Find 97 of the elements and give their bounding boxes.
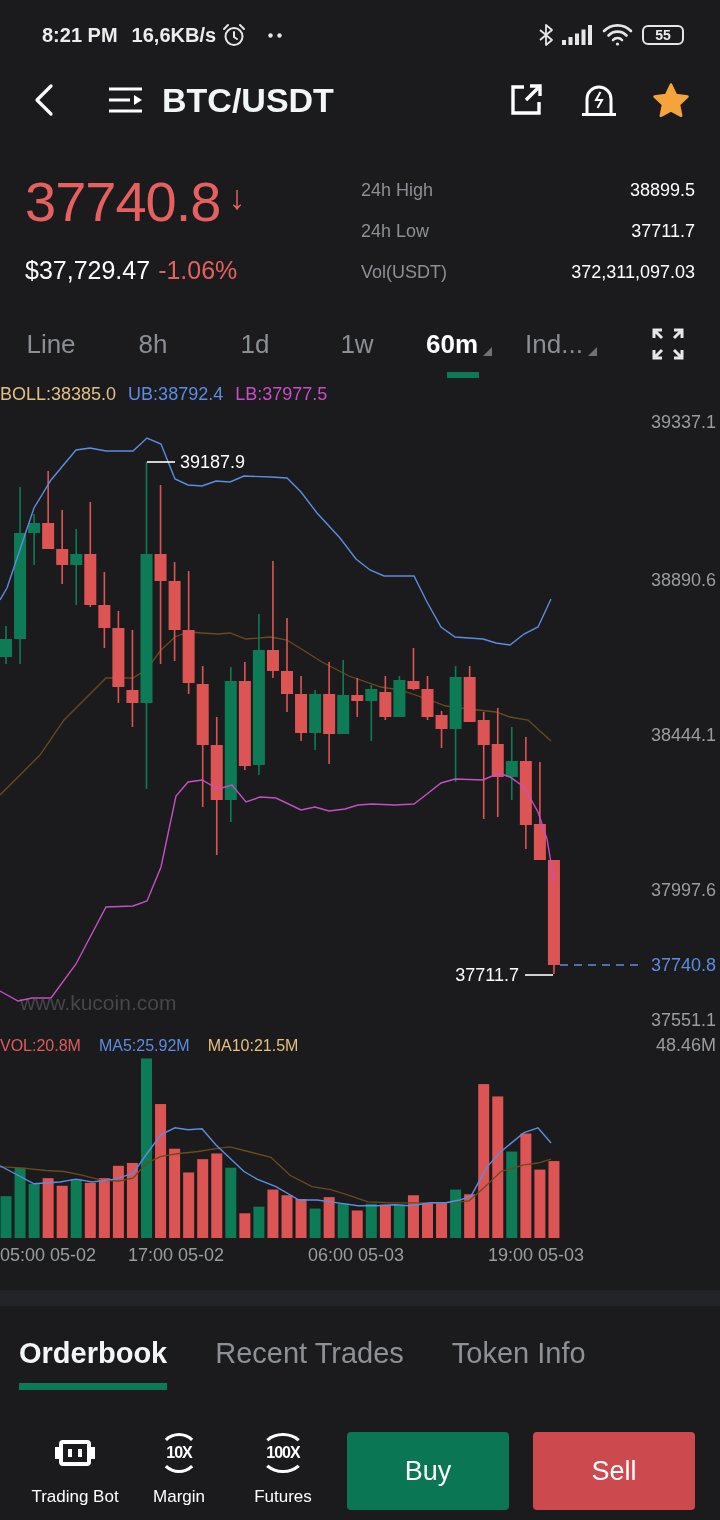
- volume-bar: [393, 1204, 405, 1238]
- volume-bar: [42, 1178, 54, 1238]
- low-price-label: 37711.7: [455, 965, 519, 985]
- leader-line: [146, 461, 176, 463]
- volume-bar: [309, 1208, 321, 1238]
- volume-bar: [295, 1199, 307, 1238]
- volume-bar: [14, 1167, 26, 1238]
- wifi-icon: [602, 23, 633, 47]
- pair-title: BTC/USDT: [162, 80, 334, 120]
- volume-bar: [436, 1202, 448, 1238]
- price-axis-label: 39337.1: [650, 412, 716, 432]
- volume-bar: [407, 1195, 419, 1238]
- volume-bar: [464, 1194, 476, 1238]
- volume-bar: [351, 1210, 363, 1238]
- volume-bar: [98, 1178, 110, 1238]
- bluetooth-icon: [538, 23, 554, 47]
- volume-bar: [239, 1213, 251, 1238]
- candlestick: [393, 676, 406, 717]
- high-price-label: 39187.9: [180, 452, 246, 472]
- star-icon[interactable]: [652, 82, 690, 118]
- volume-bar: [337, 1203, 349, 1238]
- period-tab[interactable]: 60m: [408, 310, 510, 384]
- period-tab[interactable]: Ind...: [510, 310, 612, 384]
- indicator-value: UB:38792.4: [128, 383, 224, 405]
- stat-value: 37711.7: [631, 221, 695, 242]
- buy-button[interactable]: Buy: [347, 1432, 509, 1510]
- battery-indicator: 55: [642, 25, 684, 45]
- volume-bar: [225, 1167, 237, 1238]
- usd-price: $37,729.47: [25, 255, 151, 285]
- period-tab[interactable]: 1d: [204, 310, 306, 384]
- volume-axis-label: 48.46M: [655, 1035, 716, 1056]
- fullscreen-icon[interactable]: [651, 327, 685, 361]
- volume-bar: [267, 1189, 279, 1238]
- indicator-value: BOLL:38385.0: [0, 383, 117, 405]
- time-axis-label: 19:00 05-03: [488, 1245, 585, 1265]
- stat-label: 24h Low: [361, 221, 430, 242]
- candlestick: [379, 676, 392, 720]
- volume-bar: [84, 1182, 96, 1238]
- last-price-tag: 37740.8: [650, 955, 716, 975]
- volume-bar: [379, 1204, 391, 1238]
- volume-bar: [183, 1172, 195, 1238]
- time-axis-label: 17:00 05-02: [128, 1245, 225, 1265]
- robot-icon[interactable]: [55, 1437, 95, 1469]
- leader-line: [524, 974, 554, 976]
- network-speed: 16,6KB/s: [131, 23, 217, 47]
- price-axis-label: 37997.6: [650, 880, 716, 900]
- shortcut-label[interactable]: Futures: [254, 1486, 312, 1508]
- volume-bar: [323, 1197, 335, 1238]
- period-tab[interactable]: 1w: [306, 310, 408, 384]
- status-time: 8:21 PM: [42, 23, 118, 47]
- candlestick: [407, 648, 420, 690]
- section-tab[interactable]: Orderbook: [19, 1306, 168, 1390]
- price-axis-label: 38890.6: [650, 570, 716, 590]
- volume-bar: [28, 1183, 40, 1238]
- section-tab[interactable]: Recent Trades: [215, 1306, 404, 1390]
- last-price: 37740.8: [25, 170, 221, 234]
- volume-bar: [450, 1189, 462, 1238]
- back-icon[interactable]: [33, 83, 55, 117]
- volume-bar: [281, 1195, 293, 1238]
- indicator-value: LB:37977.5: [235, 383, 328, 405]
- alarm-clock-icon: [222, 23, 247, 47]
- volume-bar: [365, 1203, 377, 1238]
- indicator-value: MA5:25.92M: [98, 1036, 190, 1055]
- stat-label: 24h High: [361, 180, 434, 201]
- time-axis-label: 05:00 05-02: [0, 1245, 97, 1265]
- shortcut-label[interactable]: Trading Bot: [31, 1486, 119, 1508]
- stat-value: 372,311,097.03: [571, 262, 695, 283]
- volume-bar: [0, 1196, 12, 1238]
- section-tab[interactable]: Token Info: [451, 1306, 586, 1390]
- candlestick: [0, 626, 12, 664]
- price-change: -1.06%: [158, 255, 238, 285]
- sell-button[interactable]: Sell: [533, 1432, 695, 1510]
- volume-bar: [534, 1169, 546, 1238]
- shortcut-label[interactable]: Margin: [153, 1486, 205, 1508]
- volume-bar: [56, 1185, 68, 1238]
- indicator-value: MA10:21.5M: [207, 1036, 299, 1055]
- alert-icon[interactable]: [581, 83, 617, 117]
- volume-bar: [422, 1202, 433, 1238]
- period-tab[interactable]: 8h: [102, 310, 204, 384]
- leverage-badge[interactable]: 100X: [260, 1433, 306, 1473]
- share-icon[interactable]: [509, 83, 543, 117]
- stat-value: 38899.5: [629, 180, 695, 201]
- price-axis-label: 38444.1: [650, 725, 716, 745]
- indicator-value: VOL:20.8M: [0, 1036, 81, 1055]
- leverage-badge[interactable]: 10X: [159, 1433, 199, 1473]
- price-axis-label: 37551.1: [650, 1010, 716, 1030]
- stat-label: Vol(USDT): [361, 262, 447, 283]
- menu-icon[interactable]: [108, 85, 144, 115]
- time-axis-label: 06:00 05-03: [308, 1245, 405, 1265]
- signal-icon: [562, 25, 592, 45]
- period-tab[interactable]: Line: [0, 310, 102, 384]
- volume-bar: [70, 1179, 82, 1238]
- more-dots-icon: [268, 32, 283, 38]
- candlestick: [295, 676, 308, 741]
- trend-arrow: ↓: [228, 177, 246, 217]
- volume-bar: [253, 1206, 265, 1238]
- candlestick: [421, 676, 434, 720]
